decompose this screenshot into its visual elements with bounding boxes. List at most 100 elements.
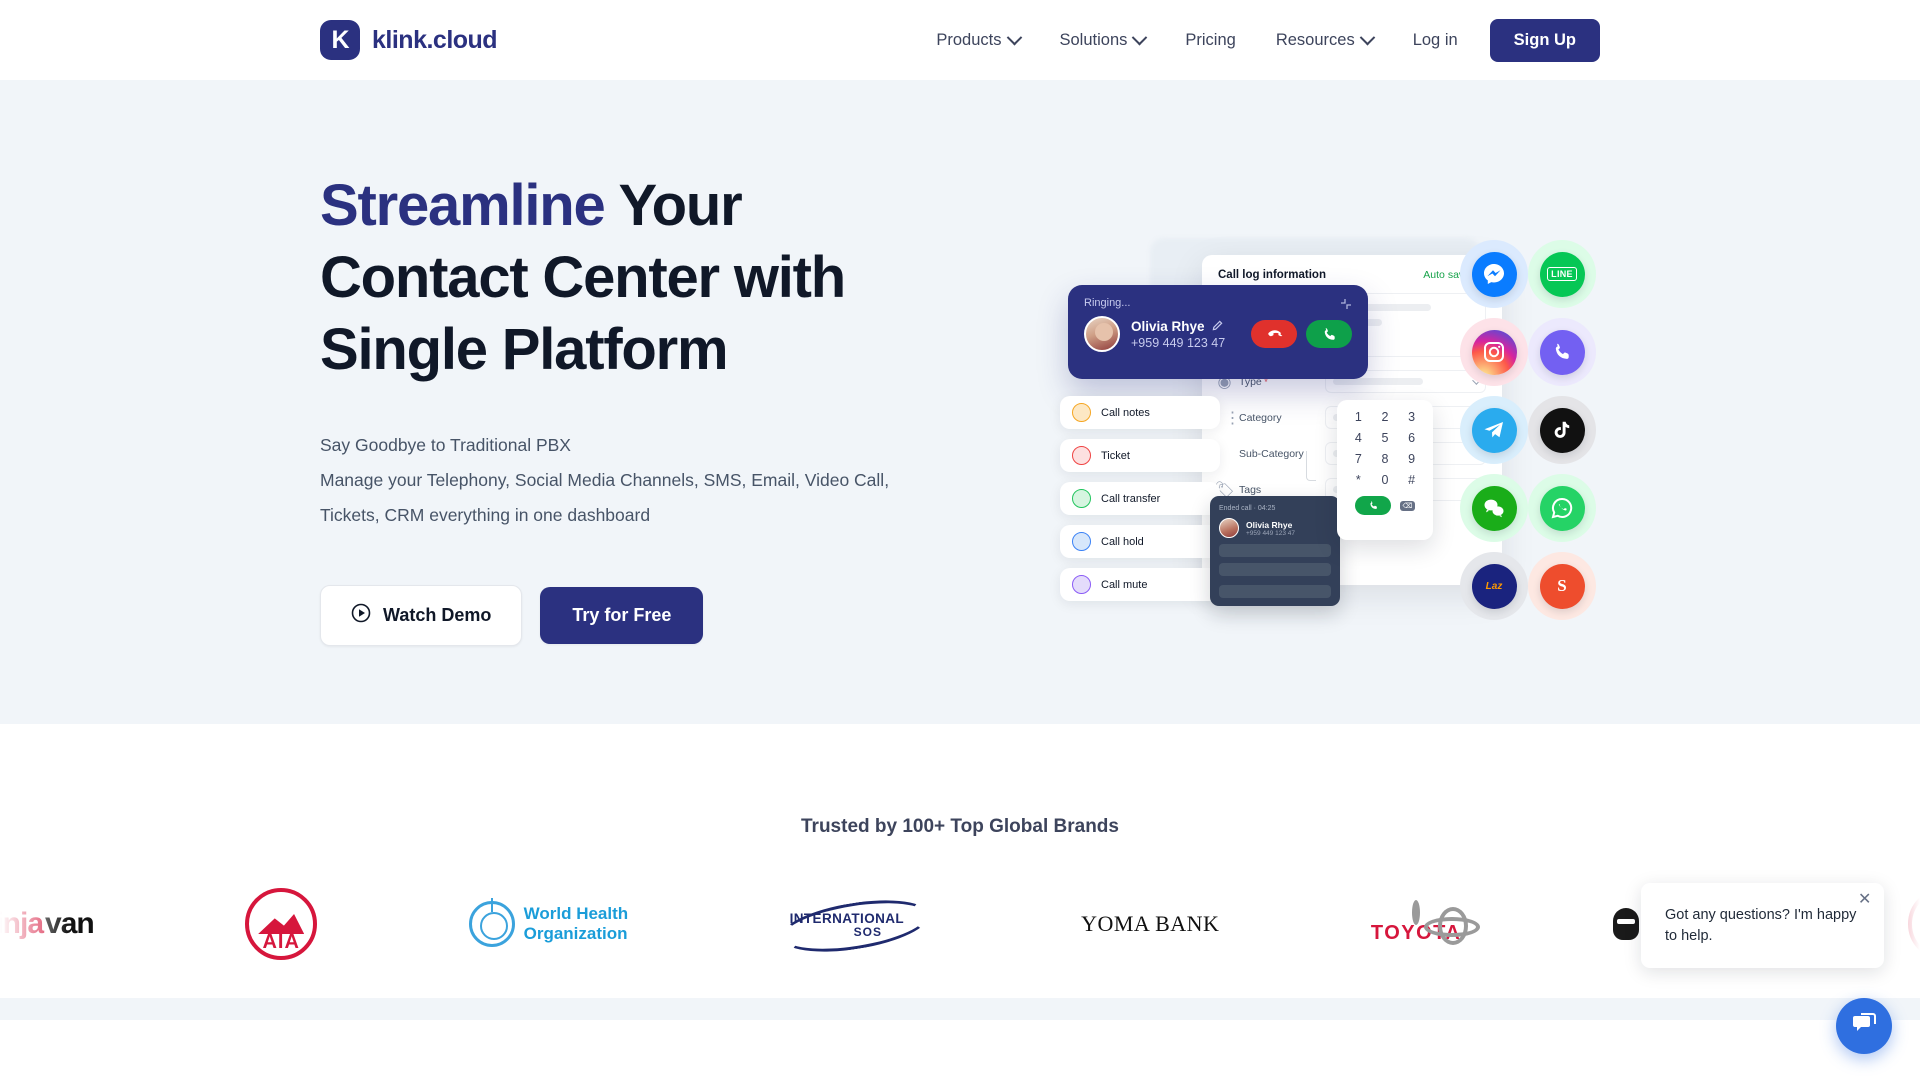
chevron-down-icon <box>1006 29 1022 45</box>
chip-ticket[interactable]: Ticket <box>1060 439 1220 472</box>
nav-label-login: Log in <box>1412 30 1458 49</box>
logo[interactable]: K klink.cloud <box>320 20 498 60</box>
field-label-tags: Tags <box>1239 483 1262 496</box>
dial-key[interactable]: 4 <box>1345 431 1372 445</box>
brand-label: Organization <box>523 924 628 943</box>
chip-label: Call hold <box>1101 535 1144 548</box>
subcategory-connector <box>1306 451 1316 481</box>
dial-key[interactable]: # <box>1398 473 1425 487</box>
social-halo: LINE <box>1528 240 1596 308</box>
dial-key[interactable]: 8 <box>1372 452 1399 466</box>
watch-demo-label: Watch Demo <box>383 604 492 625</box>
chat-launcher-button[interactable] <box>1836 998 1892 1054</box>
ended-call-card: Ended call · 04:25 Olivia Rhye +959 449 … <box>1210 496 1340 606</box>
watch-demo-button[interactable]: Watch Demo <box>320 584 523 646</box>
brand-toyota: TOYOTA <box>1371 884 1461 964</box>
edit-icon[interactable] <box>1212 319 1223 334</box>
nav-label-products: Products <box>936 30 1002 49</box>
hero-section: Streamline Your Contact Center with Sing… <box>0 80 1920 724</box>
social-halo <box>1528 396 1596 464</box>
dialpad: 1 2 3 4 5 6 7 8 9 * 0 # ⌫ <box>1337 400 1433 540</box>
nav-item-products[interactable]: Products <box>916 21 1039 60</box>
shopee-icon[interactable]: S <box>1539 563 1585 609</box>
brand-label: YOMA BANK <box>1081 911 1220 936</box>
trusted-brands-section: Trusted by 100+ Top Global Brands ninjav… <box>0 724 1920 1020</box>
messenger-icon[interactable] <box>1471 251 1517 297</box>
brand-label: INTERNATIONAL <box>789 911 905 926</box>
answer-call-button[interactable] <box>1306 320 1352 348</box>
social-halo <box>1528 474 1596 542</box>
notes-icon <box>1072 403 1091 422</box>
ended-call-placeholder-row <box>1219 544 1331 557</box>
minimize-icon[interactable] <box>1340 297 1352 309</box>
site-header: K klink.cloud Products Solutions Pricing… <box>0 0 1920 80</box>
hero-title-accent: Streamline <box>320 173 606 238</box>
dial-key[interactable]: * <box>1345 473 1372 487</box>
chip-call-notes[interactable]: Call notes <box>1060 396 1220 429</box>
ninjavan-mark-icon <box>1612 908 1639 940</box>
lazada-icon[interactable]: Laz <box>1471 563 1517 609</box>
chat-bubble-icon <box>1849 1009 1879 1044</box>
chevron-down-icon <box>1359 29 1375 45</box>
brand-world-health-organization: World Health Organization <box>468 884 628 964</box>
call-log-title: Call log information <box>1218 269 1326 281</box>
ended-caller-number: +959 449 123 47 <box>1246 529 1295 537</box>
chip-label: Call transfer <box>1101 492 1161 505</box>
chat-greeting-bubble: ✕ Got any questions? I'm happy to help. <box>1641 882 1884 968</box>
nav-item-login[interactable]: Log in <box>1393 21 1478 60</box>
dial-key[interactable]: 0 <box>1372 473 1399 487</box>
nav-item-solutions[interactable]: Solutions <box>1040 21 1166 60</box>
dial-key[interactable]: 3 <box>1398 410 1425 424</box>
chip-call-transfer[interactable]: Call transfer <box>1060 482 1220 515</box>
close-icon[interactable]: ✕ <box>1858 891 1872 907</box>
dial-key[interactable]: 1 <box>1345 410 1372 424</box>
incoming-call-card: Ringing... Olivia Rhye +959 449 123 47 <box>1068 285 1368 379</box>
decline-call-button[interactable] <box>1251 320 1297 348</box>
chip-call-hold[interactable]: Call hold <box>1060 525 1220 558</box>
hero-cta-group: Watch Demo Try for Free <box>320 584 960 646</box>
dial-key[interactable]: 2 <box>1372 410 1399 424</box>
chip-label: Call mute <box>1101 578 1148 591</box>
try-for-free-button[interactable]: Try for Free <box>540 586 704 644</box>
nav-item-pricing[interactable]: Pricing <box>1165 21 1255 60</box>
viber-icon[interactable] <box>1539 329 1585 375</box>
hero-sub-line-2: Manage your Telephony, Social Media Chan… <box>320 469 890 525</box>
nav-label-pricing: Pricing <box>1185 30 1236 49</box>
logo-mark-icon: K <box>320 20 360 60</box>
dialpad-keys: 1 2 3 4 5 6 7 8 9 * 0 # <box>1345 410 1425 487</box>
play-circle-icon <box>351 603 371 628</box>
field-label-category: Category <box>1239 411 1282 424</box>
call-status-label: Ringing... <box>1084 297 1131 309</box>
hero-sub-line-1: Say Goodbye to Traditional PBX <box>320 434 571 455</box>
dial-key[interactable]: 5 <box>1372 431 1399 445</box>
dialpad-call-button[interactable] <box>1355 496 1391 515</box>
dial-key[interactable]: 9 <box>1398 452 1425 466</box>
chip-call-mute[interactable]: Call mute <box>1060 568 1220 601</box>
chevron-down-icon <box>1132 29 1148 45</box>
sign-up-button[interactable]: Sign Up <box>1489 18 1600 62</box>
brand-label: AIA <box>262 931 300 953</box>
aia-mark-icon: AIA <box>245 888 318 960</box>
social-halo <box>1460 396 1528 464</box>
ended-call-placeholder-row <box>1219 585 1331 598</box>
line-icon[interactable]: LINE <box>1539 251 1585 297</box>
whatsapp-icon[interactable] <box>1539 485 1585 531</box>
ended-caller-name: Olivia Rhye <box>1246 519 1293 530</box>
transfer-icon <box>1072 489 1091 508</box>
dialpad-backspace-icon[interactable]: ⌫ <box>1400 500 1415 511</box>
nav-label-solutions: Solutions <box>1059 30 1128 49</box>
wechat-icon[interactable] <box>1471 485 1517 531</box>
brand-row-fade-left <box>0 884 70 964</box>
telegram-icon[interactable] <box>1471 407 1517 453</box>
dial-key[interactable]: 7 <box>1345 452 1372 466</box>
dial-key[interactable]: 6 <box>1398 431 1425 445</box>
chip-label: Call notes <box>1101 406 1150 419</box>
social-halo: Laz <box>1460 552 1528 620</box>
nav-item-resources[interactable]: Resources <box>1256 21 1393 60</box>
instagram-icon[interactable] <box>1471 329 1517 375</box>
brand-aia: AIA <box>245 884 318 964</box>
tiktok-icon[interactable] <box>1539 407 1585 453</box>
brand-international-sos: INTERNATIONAL SOS <box>776 884 933 964</box>
nav-label-resources: Resources <box>1275 30 1355 49</box>
microphone-icon <box>1072 575 1091 594</box>
